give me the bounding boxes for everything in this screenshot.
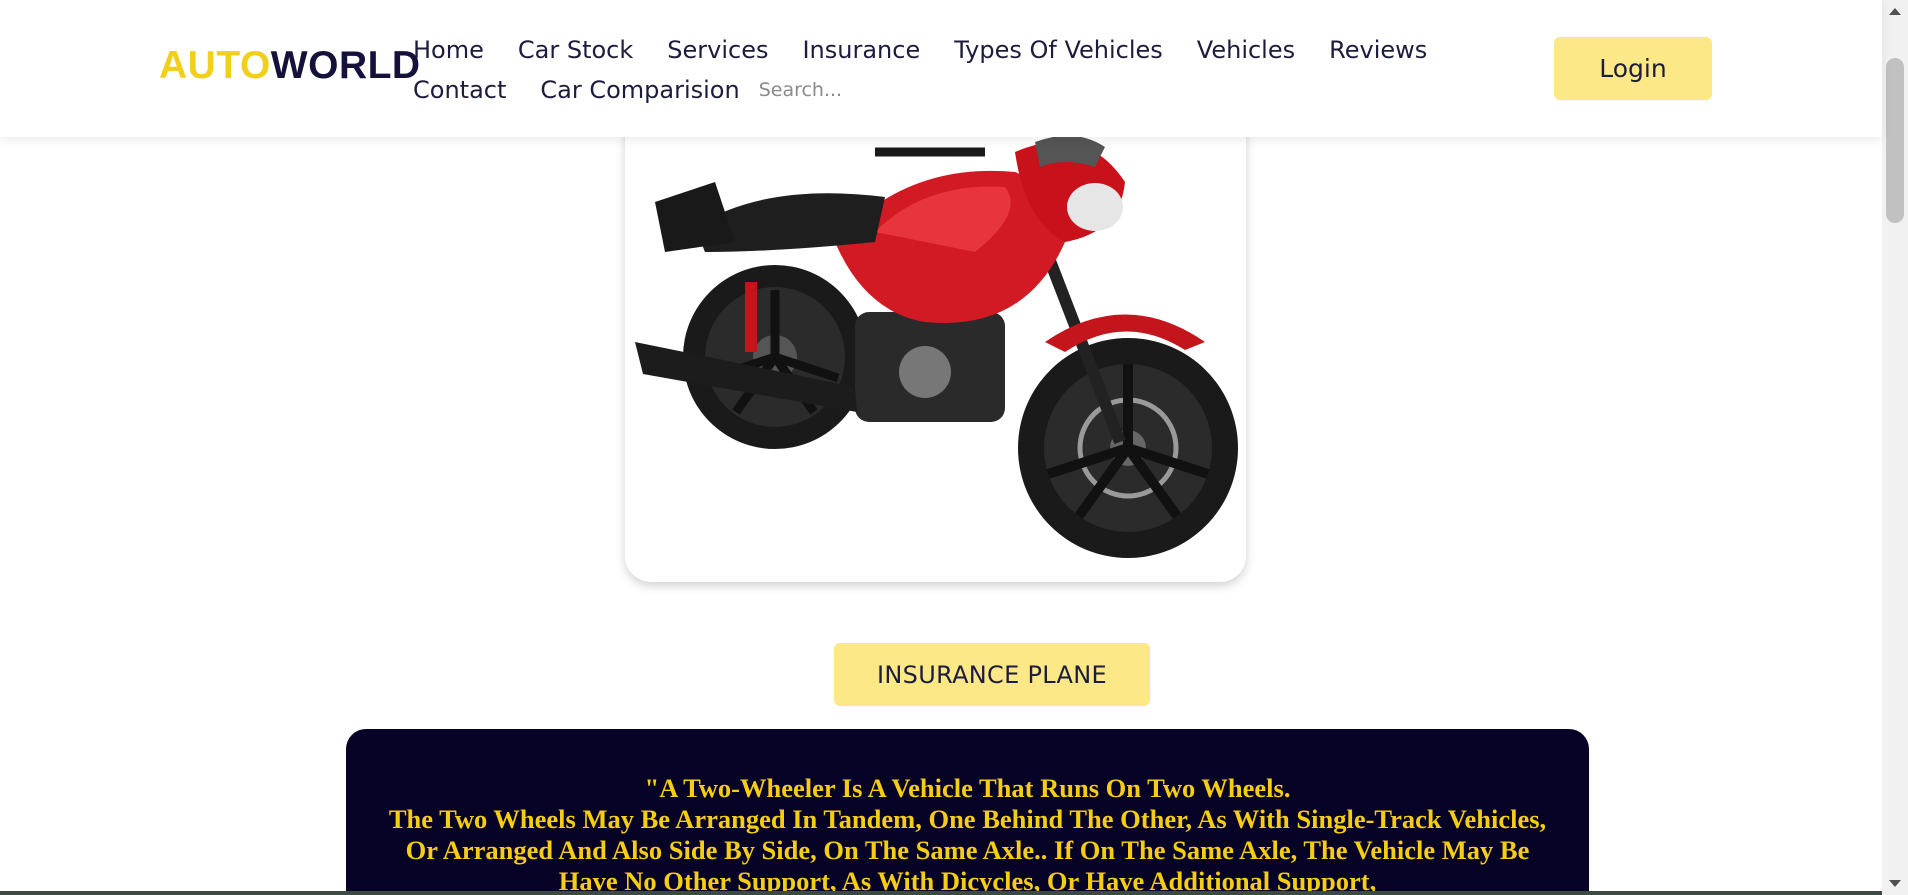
vehicle-description-panel: "A Two-Wheeler Is A Vehicle That Runs On…	[346, 729, 1589, 895]
brand-part-auto: AUTO	[159, 44, 271, 87]
nav-car-comparision[interactable]: Car Comparision	[540, 76, 739, 104]
vertical-scrollbar[interactable]	[1882, 0, 1908, 895]
site-header: AUTOWORLD Home Car Stock Services Insura…	[0, 0, 1882, 137]
description-line-2: The Two Wheels May Be Arranged In Tandem…	[388, 804, 1547, 895]
nav-home[interactable]: Home	[413, 36, 484, 64]
scroll-thumb[interactable]	[1886, 58, 1904, 223]
nav-contact[interactable]: Contact	[413, 76, 506, 104]
page: AUTOWORLD Home Car Stock Services Insura…	[0, 0, 1908, 895]
nav-insurance[interactable]: Insurance	[802, 36, 920, 64]
brand-logo[interactable]: AUTOWORLD	[159, 44, 421, 88]
search-input[interactable]	[758, 79, 959, 101]
nav-row-1: Home Car Stock Services Insurance Types …	[413, 30, 1503, 70]
nav-vehicles[interactable]: Vehicles	[1197, 36, 1295, 64]
nav-types-of-vehicles[interactable]: Types Of Vehicles	[954, 36, 1163, 64]
insurance-plane-button[interactable]: INSURANCE PLANE	[834, 643, 1150, 706]
login-button[interactable]: Login	[1554, 37, 1712, 100]
motorcycle-image	[635, 112, 1238, 558]
vehicle-image-card	[625, 112, 1246, 582]
brand-part-world: WORLD	[270, 44, 421, 87]
scroll-down-arrow-icon[interactable]	[1889, 880, 1901, 887]
nav-row-2: Contact Car Comparision	[413, 70, 1503, 110]
nav-car-stock[interactable]: Car Stock	[518, 36, 633, 64]
main-nav: Home Car Stock Services Insurance Types …	[413, 30, 1503, 110]
nav-services[interactable]: Services	[667, 36, 768, 64]
scroll-up-arrow-icon[interactable]	[1889, 8, 1901, 15]
page-bottom-edge	[0, 891, 1882, 895]
nav-reviews[interactable]: Reviews	[1329, 36, 1427, 64]
description-line-1: "A Two-Wheeler Is A Vehicle That Runs On…	[644, 773, 1291, 803]
